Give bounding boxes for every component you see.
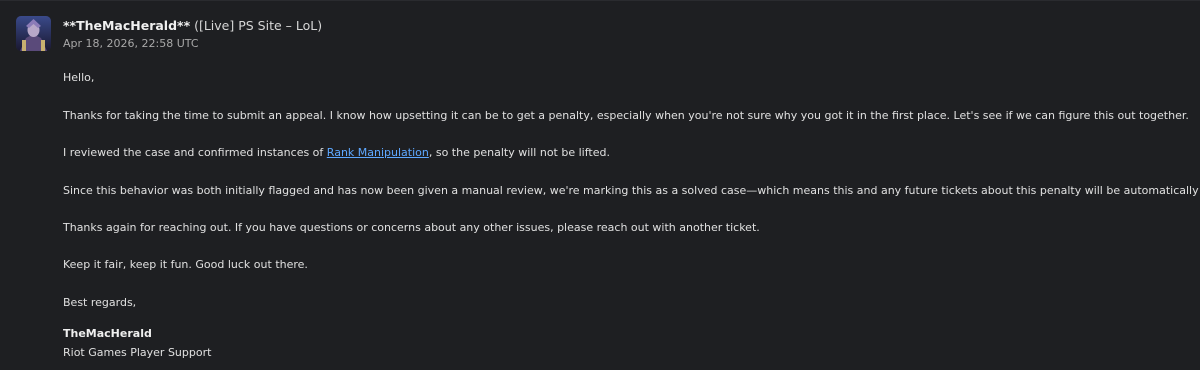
author-name[interactable]: **TheMacHerald** (63, 18, 190, 33)
champion-portrait-icon (16, 16, 51, 51)
greeting: Hello, (63, 71, 95, 84)
message-header: **TheMacHerald** ([Live] PS Site – LoL) … (63, 17, 322, 51)
avatar[interactable] (16, 16, 51, 51)
closing: Best regards, (63, 296, 137, 309)
paragraph-fair: Keep it fair, keep it fun. Good luck out… (63, 258, 308, 271)
review-text-after: , so the penalty will not be lifted. (428, 146, 610, 159)
site-label: ([Live] PS Site – LoL) (194, 18, 323, 33)
author-line: **TheMacHerald** ([Live] PS Site – LoL) (63, 17, 322, 35)
paragraph-review: I reviewed the case and confirmed instan… (63, 145, 610, 160)
review-text-before: I reviewed the case and confirmed instan… (63, 146, 327, 159)
paragraph-solved: Since this behavior was both initially f… (63, 184, 1200, 197)
signature-org: Riot Games Player Support (63, 346, 212, 359)
timestamp: Apr 18, 2026, 22:58 UTC (63, 37, 199, 50)
paragraph-intro: Thanks for taking the time to submit an … (63, 109, 1189, 122)
message-panel: **TheMacHerald** ([Live] PS Site – LoL) … (0, 0, 1200, 370)
signature-name: TheMacHerald (63, 327, 152, 340)
rank-manipulation-link[interactable]: Rank Manipulation (327, 146, 429, 159)
paragraph-thanks: Thanks again for reaching out. If you ha… (63, 221, 760, 234)
